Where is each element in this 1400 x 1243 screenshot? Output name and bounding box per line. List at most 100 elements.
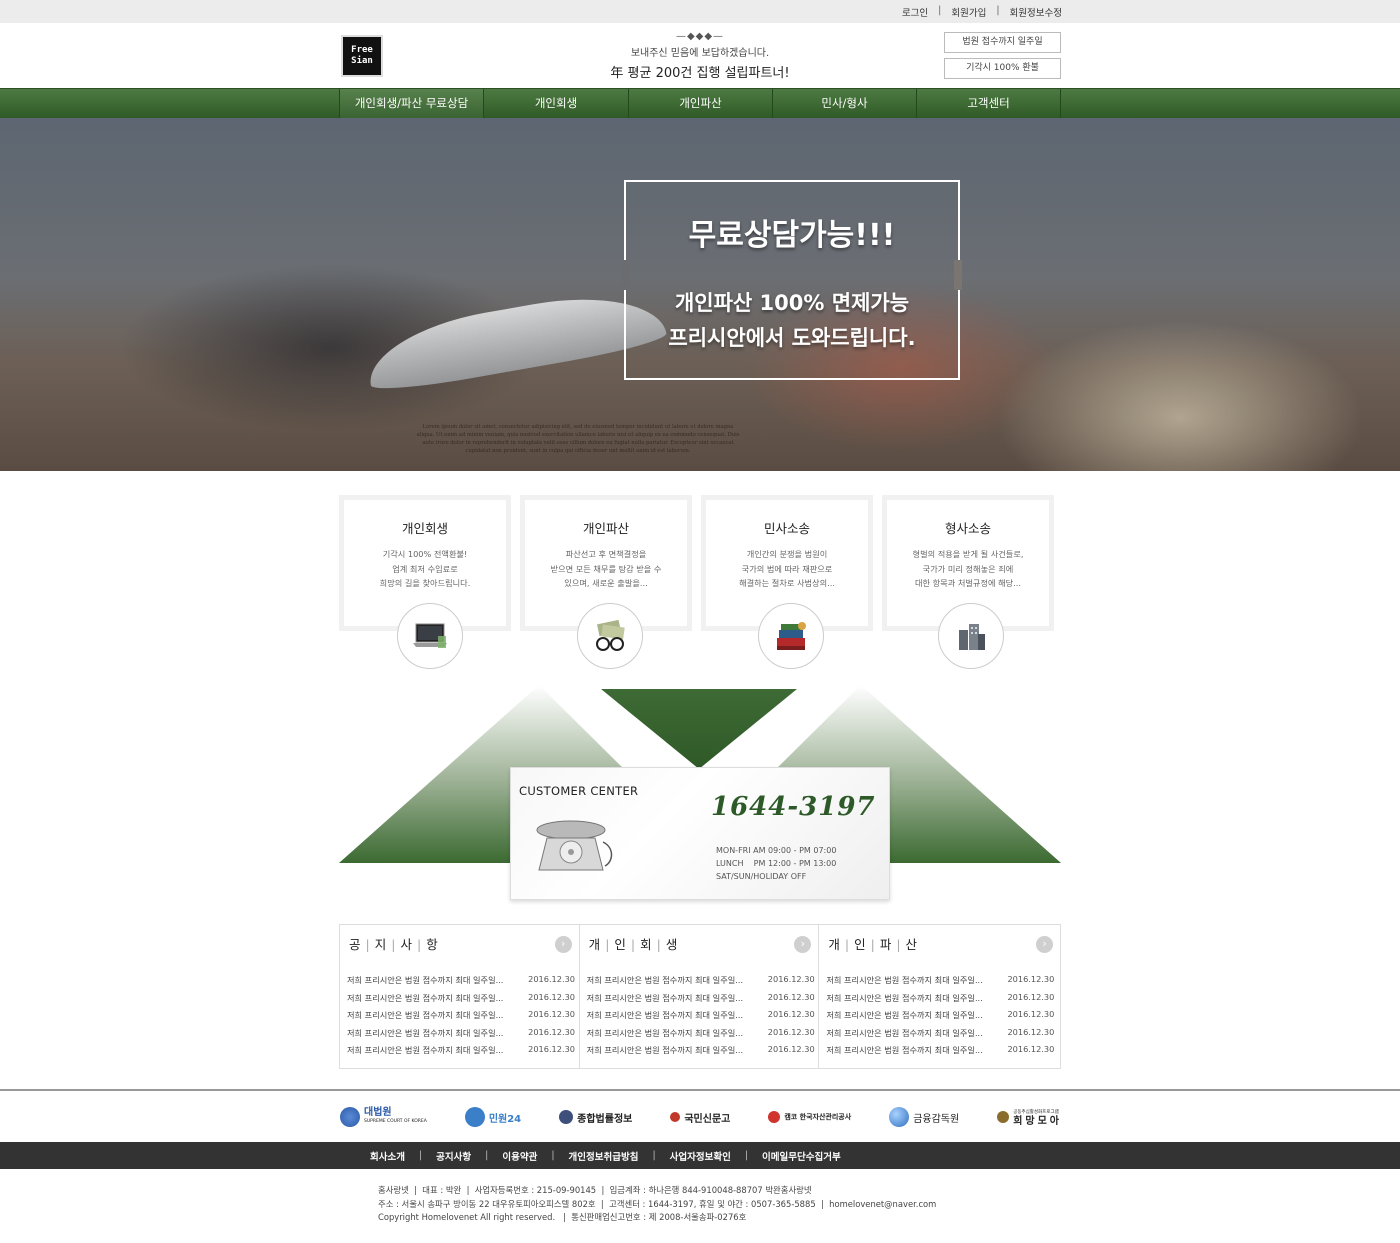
list-item[interactable]: 저희 프리시안은 법원 접수까지 최대 일주일... 2016.12.30 xyxy=(347,1044,575,1062)
star-icon xyxy=(340,1107,360,1127)
list-item[interactable]: 저희 프리시안은 법원 접수까지 최대 일주일... 2016.12.30 xyxy=(826,1009,1054,1027)
telephone-icon xyxy=(536,820,613,871)
item-title: 저희 프리시안은 법원 접수까지 최대 일주일... xyxy=(347,975,504,985)
logo[interactable]: Free Sian xyxy=(341,35,383,77)
chevron-right-icon[interactable]: › xyxy=(1036,936,1054,953)
list-item[interactable]: 저희 프리시안은 법원 접수까지 최대 일주일... 2016.12.30 xyxy=(826,1027,1054,1045)
partner-minwon24[interactable]: 민원24 xyxy=(464,1107,521,1127)
emblem-icon xyxy=(559,1110,574,1124)
login-link[interactable]: 로그인 xyxy=(902,5,928,19)
separator: | xyxy=(996,5,1000,16)
item-date: 2016.12.30 xyxy=(528,974,575,984)
service-desc: 개인간의 분쟁을 법원이 국가의 법에 따라 재판으로 해결하는 절차로 사법상… xyxy=(706,547,868,591)
separator: | xyxy=(418,1150,423,1161)
item-title: 저희 프리시안은 법원 접수까지 최대 일주일... xyxy=(347,1010,504,1020)
item-title: 저희 프리시안은 법원 접수까지 최대 일주일... xyxy=(347,992,504,1003)
list-item[interactable]: 저희 프리시안은 법원 접수까지 최대 일주일... 2016.12.30 xyxy=(587,1027,815,1045)
books-icon[interactable] xyxy=(758,603,824,669)
service-desc: 기각시 100% 전액환불! 업계 최저 수임료로 희망의 길을 찾아드립니다. xyxy=(344,547,506,591)
title-char: 회 xyxy=(640,937,657,952)
nav-item-civil-criminal[interactable]: 민사/형사 xyxy=(772,89,916,119)
list-item[interactable]: 저희 프리시안은 법원 접수까지 최대 일주일... 2016.12.30 xyxy=(347,1009,575,1027)
footer-link-about[interactable]: 회사소개 xyxy=(370,1149,405,1163)
list-item[interactable]: 저희 프리시안은 법원 접수까지 최대 일주일... 2016.12.30 xyxy=(347,974,575,992)
flower-icon xyxy=(670,1112,681,1122)
nav-item-rehabilitation[interactable]: 개인회생 xyxy=(483,89,628,119)
hero-sub-line1: 개인파산 100% 면제가능 xyxy=(674,291,910,315)
service-title: 민사소송 xyxy=(763,521,810,536)
item-date: 2016.12.30 xyxy=(1007,1026,1055,1037)
board-bankruptcy: 개|인|파|산 › 저희 프리시안은 법원 접수까지 최대 일주일... 2016… xyxy=(819,925,1060,1068)
list-item[interactable]: 저희 프리시안은 법원 접수까지 최대 일주일... 2016.12.30 xyxy=(347,1027,575,1045)
item-date: 2016.12.30 xyxy=(1007,1009,1055,1019)
hours-line: SAT/SUN/HOLIDAY OFF xyxy=(716,872,807,881)
list-item[interactable]: 저희 프리시안은 법원 접수까지 최대 일주일... 2016.12.30 xyxy=(587,974,815,992)
ornament-icon: —◆◆◆— xyxy=(675,31,725,42)
board-title[interactable]: 개|인|파|산 xyxy=(828,934,922,953)
item-date: 2016.12.30 xyxy=(528,1026,575,1037)
nav-item-free-consult[interactable]: 개인회생/파산 무료상담 xyxy=(339,89,483,119)
list-item[interactable]: 저희 프리시안은 법원 접수까지 최대 일주일... 2016.12.30 xyxy=(587,1009,815,1027)
partner-name: 종합법률정보 xyxy=(577,1113,633,1125)
board-rehabilitation: 개|인|회|생 › 저희 프리시안은 법원 접수까지 최대 일주일... 2016… xyxy=(580,925,820,1068)
title-char: 공 xyxy=(349,937,366,952)
board-title[interactable]: 개|인|회|생 xyxy=(589,934,683,953)
tagline-line2: 年 평균 200건 집행 설립파트너! xyxy=(610,66,790,81)
chevron-right-icon[interactable]: › xyxy=(554,936,572,953)
nav-item-bankruptcy[interactable]: 개인파산 xyxy=(628,89,772,119)
list-item[interactable]: 저희 프리시안은 법원 접수까지 최대 일주일... 2016.12.30 xyxy=(587,992,815,1010)
list-item[interactable]: 저희 프리시안은 법원 접수까지 최대 일주일... 2016.12.30 xyxy=(587,1044,815,1062)
hero-subtitle: 개인파산 100% 면제가능 프리시안에서 도와드립니다. xyxy=(624,286,960,356)
list-item[interactable]: 저희 프리시안은 법원 접수까지 최대 일주일... 2016.12.30 xyxy=(826,1044,1054,1062)
partner-fss[interactable]: 금융감독원 xyxy=(889,1107,959,1127)
footer-link-terms[interactable]: 이용약관 xyxy=(502,1149,537,1163)
separator: | xyxy=(652,1150,656,1161)
item-date: 2016.12.30 xyxy=(1007,974,1055,984)
money-glasses-icon[interactable] xyxy=(577,603,643,669)
footer-link-business-info[interactable]: 사업자정보확인 xyxy=(670,1149,731,1163)
footer-link-privacy[interactable]: 개인정보취급방침 xyxy=(569,1149,639,1163)
footer-nav: 회사소개 | 공지사항 | 이용약관 | 개인정보취급방침 | 사업자정보확인 … xyxy=(0,1142,1400,1169)
signup-link[interactable]: 회원가입 xyxy=(951,5,986,19)
customer-center-phone[interactable]: 1644-3197 xyxy=(711,792,876,822)
list-item[interactable]: 저희 프리시안은 법원 접수까지 최대 일주일... 2016.12.30 xyxy=(347,992,575,1010)
list-item[interactable]: 저희 프리시안은 법원 접수까지 최대 일주일... 2016.12.30 xyxy=(826,974,1054,992)
partner-kamco[interactable]: 캠코 한국자산관리공사 xyxy=(768,1111,851,1123)
partner-hope-moa[interactable]: 공동추심활성화프로그램 희망모아 xyxy=(997,1108,1062,1127)
desc-line: 개인간의 분쟁을 법원이 xyxy=(746,549,828,559)
partner-sinmungo[interactable]: 국민신문고 xyxy=(670,1110,730,1125)
partner-supreme-court[interactable]: 대법원 SUPREME COURT OF KOREA xyxy=(340,1107,427,1127)
footer-link-email-policy[interactable]: 이메일무단수집거부 xyxy=(762,1149,841,1163)
footer-link-notice[interactable]: 공지사항 xyxy=(436,1149,471,1163)
separator: | xyxy=(485,1150,489,1161)
partner-name: 캠코 한국자산관리공사 xyxy=(784,1113,852,1121)
buildings-icon[interactable] xyxy=(938,603,1004,669)
laptop-icon[interactable] xyxy=(397,603,463,669)
desc-line: 해결하는 절차로 사법상의... xyxy=(739,578,835,588)
court-filing-button[interactable]: 법원 접수까지 일주일 xyxy=(944,32,1061,53)
list-item[interactable]: 저희 프리시안은 법원 접수까지 최대 일주일... 2016.12.30 xyxy=(826,992,1054,1010)
tagline: —◆◆◆— 보내주신 믿음에 보답하겠습니다. 年 평균 200건 집행 설립파… xyxy=(560,31,840,81)
footer-info-line: 홈사랑넷 | 대표 : 박완 | 사업자등록번호 : 215-09-90145 … xyxy=(378,1185,812,1195)
partner-law-info[interactable]: 종합법률정보 xyxy=(559,1110,632,1125)
tagline-line1: 보내주신 믿음에 보답하겠습니다. xyxy=(630,48,770,59)
minwon-icon xyxy=(464,1107,485,1127)
title-char: 개 xyxy=(588,937,606,952)
separator: | xyxy=(744,1150,749,1161)
chevron-right-icon[interactable]: › xyxy=(794,936,812,953)
refund-button[interactable]: 기각시 100% 환불 xyxy=(944,58,1061,79)
nav-item-customer-center[interactable]: 고객센터 xyxy=(916,89,1061,119)
boards-section: 공|지|사|항 › 저희 프리시안은 법원 접수까지 최대 일주일... 2016… xyxy=(339,924,1061,1069)
service-desc: 형벌의 적용을 받게 될 사건들로, 국가가 미리 정해놓은 죄에 대한 항목과… xyxy=(887,547,1049,591)
board-list: 저희 프리시안은 법원 접수까지 최대 일주일... 2016.12.30 저희 … xyxy=(347,974,575,1062)
item-date: 2016.12.30 xyxy=(528,991,575,1002)
separator: | xyxy=(551,1150,555,1161)
item-title: 저희 프리시안은 법원 접수까지 최대 일주일... xyxy=(826,1045,983,1055)
board-title[interactable]: 공|지|사|항 xyxy=(349,934,443,953)
edit-profile-link[interactable]: 회원정보수정 xyxy=(1010,5,1062,19)
desc-line: 받으면 모든 채무를 탕감 받을 수 xyxy=(550,563,662,574)
hero-headline: 무료상담가능!!! xyxy=(688,218,896,253)
board-list: 저희 프리시안은 법원 접수까지 최대 일주일... 2016.12.30 저희 … xyxy=(826,974,1054,1062)
hero-sub-line2: 프리시안에서 도와드립니다. xyxy=(668,326,916,350)
desc-line: 국가가 미리 정해놓은 죄에 xyxy=(922,563,1014,574)
